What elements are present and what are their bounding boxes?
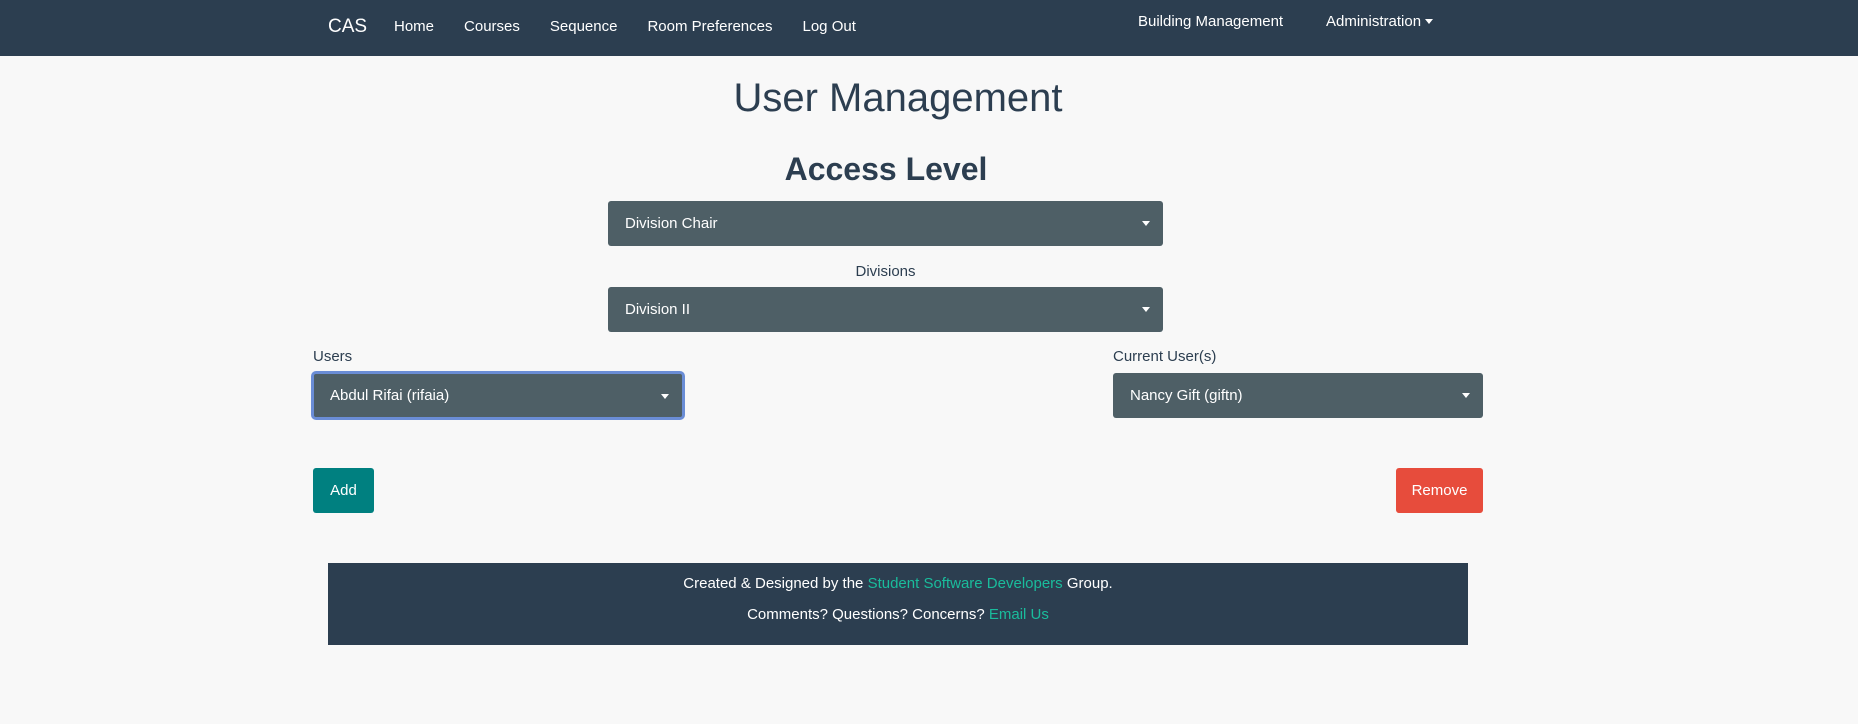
top-navbar: CAS Home Courses Sequence Room Preferenc…: [0, 0, 1858, 56]
caret-down-icon: [1142, 221, 1150, 226]
footer-developers-link[interactable]: Student Software Developers: [868, 575, 1063, 592]
access-level-value: Division Chair: [625, 215, 718, 232]
nav-administration-dropdown[interactable]: Administration: [1326, 9, 1434, 35]
divisions-value: Division II: [625, 301, 691, 318]
nav-room-preferences[interactable]: Room Preferences: [647, 14, 772, 40]
users-select[interactable]: Abdul Rifai (rifaia): [313, 373, 683, 418]
divisions-label: Divisions: [855, 263, 916, 280]
nav-sequence[interactable]: Sequence: [550, 14, 618, 40]
access-level-select[interactable]: Division Chair: [608, 201, 1163, 246]
caret-down-icon: [1142, 307, 1150, 312]
footer-contact: Comments? Questions? Concerns? Email Us: [328, 605, 1468, 625]
caret-down-icon: [1425, 18, 1434, 24]
footer-contact-prefix: Comments? Questions? Concerns?: [747, 606, 989, 623]
nav-administration-label: Administration: [1326, 13, 1422, 30]
footer: Created & Designed by the Student Softwa…: [328, 563, 1468, 645]
caret-down-icon: [661, 394, 669, 399]
users-value: Abdul Rifai (rifaia): [330, 387, 450, 404]
nav-log-out[interactable]: Log Out: [803, 14, 856, 40]
divisions-select[interactable]: Division II: [608, 287, 1163, 332]
nav-building-management[interactable]: Building Management: [1138, 9, 1283, 35]
add-button[interactable]: Add: [313, 468, 374, 513]
footer-credits-suffix: Group.: [1062, 575, 1113, 592]
remove-button[interactable]: Remove: [1396, 468, 1483, 513]
caret-down-icon: [1462, 393, 1470, 398]
nav-links: Home Courses Sequence Room Preferences L…: [394, 14, 886, 40]
footer-email-link[interactable]: Email Us: [989, 606, 1049, 623]
nav-home[interactable]: Home: [394, 14, 434, 40]
brand-logo[interactable]: CAS: [328, 14, 367, 40]
current-users-select[interactable]: Nancy Gift (giftn): [1113, 373, 1483, 418]
footer-credits-prefix: Created & Designed by the: [683, 575, 868, 592]
current-users-label: Current User(s): [1113, 348, 1217, 365]
page-title: User Management: [733, 76, 1063, 120]
footer-credits: Created & Designed by the Student Softwa…: [328, 574, 1468, 594]
current-users-value: Nancy Gift (giftn): [1130, 387, 1243, 404]
access-level-heading: Access Level: [784, 151, 988, 187]
users-label: Users: [313, 348, 353, 365]
nav-courses[interactable]: Courses: [464, 14, 520, 40]
